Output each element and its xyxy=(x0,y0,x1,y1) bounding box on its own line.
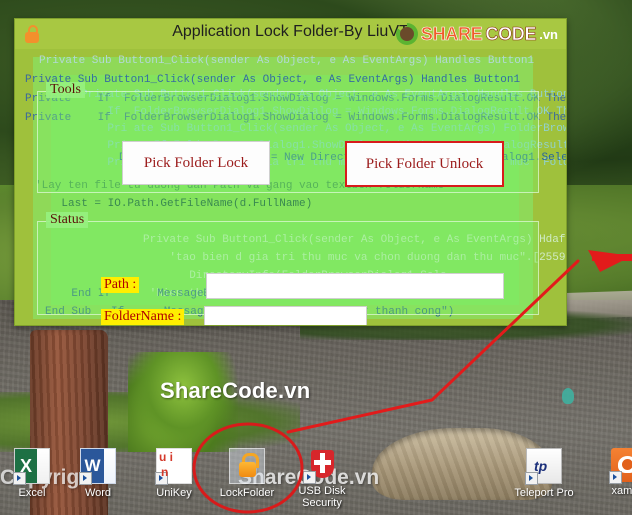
shortcut-arrow-icon xyxy=(609,471,622,484)
desktop-icon-label: Excel xyxy=(18,487,46,499)
pick-folder-lock-button[interactable]: Pick Folder Lock xyxy=(122,141,270,185)
tools-groupbox-label: Tools xyxy=(46,82,85,98)
shortcut-arrow-icon xyxy=(79,472,92,485)
desktop-icon-excel[interactable]: Excel xyxy=(0,448,64,499)
excel-icon xyxy=(13,448,50,485)
desktop-icon-teleport-pro[interactable]: Teleport Pro xyxy=(512,448,576,499)
word-icon xyxy=(79,448,116,485)
sharecode-logo: SHARE CODE .vn xyxy=(395,21,558,47)
desktop-icon-label: Teleport Pro xyxy=(514,487,574,499)
pick-folder-unlock-button[interactable]: Pick Folder Unlock xyxy=(345,141,504,187)
desktop-icon-label: LockFolder xyxy=(219,487,275,499)
unikey-icon xyxy=(155,448,192,485)
logo-vn-text: .vn xyxy=(539,26,558,42)
wallpaper-object xyxy=(562,388,574,404)
desktop-icon-label: xampp xyxy=(611,485,632,497)
shield-icon xyxy=(303,448,339,484)
sharecode-logo-icon xyxy=(395,23,418,45)
foldername-input[interactable] xyxy=(204,306,367,325)
desktop-icon-label: Word xyxy=(84,487,112,499)
window-client-area: Private Sub Button1_Click(sender As Obje… xyxy=(15,49,566,325)
desktop-icon-lockfolder[interactable]: LockFolder xyxy=(215,448,279,499)
path-label: Path : xyxy=(101,277,140,293)
desktop-icon-label: UniKey xyxy=(156,487,192,499)
watermark-center: ShareCode.vn xyxy=(160,378,311,403)
shortcut-arrow-icon xyxy=(303,471,316,484)
path-input[interactable] xyxy=(206,273,504,299)
foldername-input-field[interactable] xyxy=(205,307,366,325)
shortcut-arrow-icon xyxy=(525,472,538,485)
status-groupbox: Status xyxy=(37,212,539,315)
logo-share-text: SHARE xyxy=(420,23,483,44)
xampp-icon xyxy=(609,448,632,484)
lock-body-icon xyxy=(239,462,256,477)
lock-folder-icon xyxy=(229,448,265,484)
shortcut-arrow-icon xyxy=(13,472,26,485)
teleport-pro-icon xyxy=(525,448,562,485)
window-titlebar[interactable]: Application Lock Folder-By LiuVT SHARE C… xyxy=(15,19,566,49)
foldername-label: FolderName : xyxy=(101,309,185,325)
desktop-icon-unikey[interactable]: UniKey xyxy=(142,448,206,499)
status-groupbox-label: Status xyxy=(46,212,89,228)
desktop-icon-xampp[interactable]: xampp xyxy=(596,448,632,497)
desktop-icon-label: USB Disk Security xyxy=(298,485,346,509)
path-input-field[interactable] xyxy=(207,274,503,298)
shortcut-arrow-icon xyxy=(155,472,168,485)
application-window[interactable]: Application Lock Folder-By LiuVT SHARE C… xyxy=(14,18,567,326)
logo-code-text: CODE xyxy=(485,23,537,44)
desktop-icon-usb-disk-security[interactable]: USB Disk Security xyxy=(290,448,354,509)
desktop-icon-word[interactable]: Word xyxy=(66,448,130,499)
